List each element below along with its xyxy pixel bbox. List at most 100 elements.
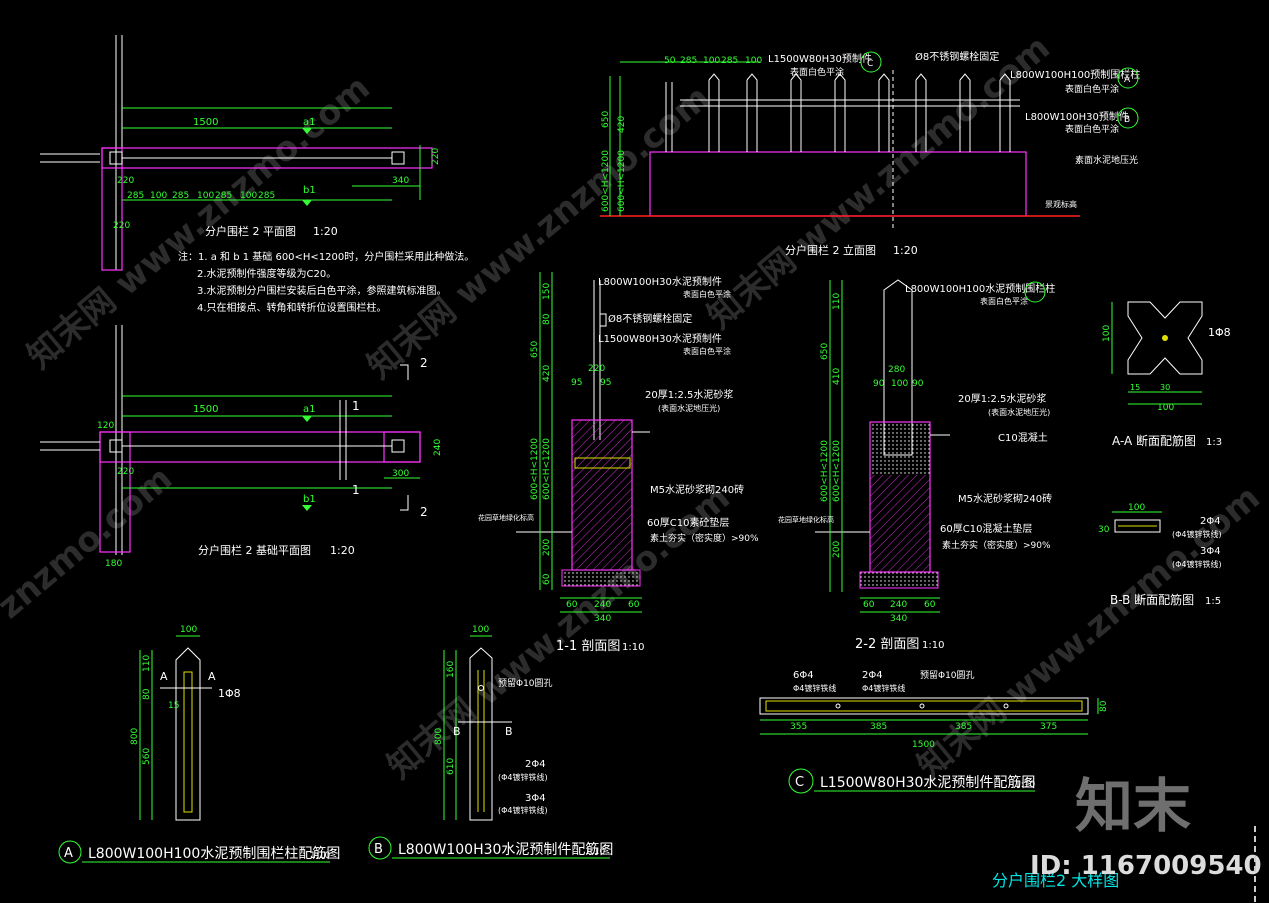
db-rebar-1-sub: (Φ4镀锌铁线) (498, 772, 548, 782)
bb-dim: 100 (1128, 503, 1145, 513)
da-title: L800W100H100水泥预制围栏柱配筋图 (88, 845, 340, 862)
section-mark-1: 1 (352, 399, 360, 413)
elev-dim: 600<H<1200 (617, 150, 627, 212)
section-2-2: L800W100H100水泥预制围栏柱 表面白色平涂 20厚1:2.5水泥砂浆 … (778, 279, 1055, 652)
s2-dim: 90 (912, 379, 924, 389)
s1-dim: 340 (594, 614, 611, 624)
s1-dim: 95 (600, 378, 611, 388)
s2-dim: 200 (832, 541, 842, 558)
db-rebar-2-sub: (Φ4镀锌铁线) (498, 805, 548, 815)
plan-scale: 1:20 (313, 225, 338, 238)
elev-mark-a: A (1124, 75, 1131, 85)
s2-dim: 90 (873, 379, 885, 389)
dc-mark: C (795, 775, 804, 790)
elev-label-c: L1500W80H30预制件 (768, 52, 872, 65)
s2-callout: 20厚1:2.5水泥砂浆 (958, 392, 1046, 405)
aa-dim: 100 (1157, 403, 1174, 413)
plan-dim: 220 (113, 221, 130, 231)
s2-dim: 60 (863, 600, 875, 610)
s2-dim: 110 (832, 293, 842, 310)
aa-scale: 1:3 (1206, 437, 1222, 448)
elev-label-b: L800W100H30预制件 (1025, 110, 1129, 123)
aa-dim: 30 (1160, 383, 1170, 392)
fp-title: 分户围栏 2 基础平面图 (198, 543, 311, 557)
bb-rebar-top-sub: (Φ4镀锌铁线) (1172, 529, 1222, 539)
s1-dim: 420 (542, 365, 552, 382)
plan-dim: 285 (172, 191, 189, 201)
da-dim: 800 (130, 728, 140, 745)
fp-mark-a1: a1 (303, 404, 316, 415)
bb-scale: 1:5 (1205, 596, 1221, 607)
s1-dim: 240 (594, 600, 611, 610)
detail-c: 355 385 385 375 1500 80 6Φ4 Φ4镀锌铁线 2Φ4 Φ… (759, 669, 1109, 794)
s2-dim: 650 (820, 343, 830, 360)
elev-dim: 420 (617, 116, 627, 133)
bb-dim: 30 (1098, 525, 1110, 535)
da-dim: 110 (142, 655, 152, 672)
s2-callout: 表面白色平涂 (980, 296, 1028, 306)
section-mark-2: 2 (420, 505, 428, 519)
section-mark-1: 1 (352, 483, 360, 497)
s1-dim: 600<H<1200 (530, 438, 540, 500)
elev-dim: 50 (664, 56, 676, 66)
s1-dim: 60 (566, 600, 578, 610)
s2-dim: 280 (888, 365, 905, 375)
s1-callout: L800W100H30水泥预制件 (598, 275, 722, 288)
note-4: 4.只在相接点、转角和转折位设置围栏柱。 (197, 301, 387, 314)
s1-callout: 素土夯实（密实度）>90% (650, 532, 759, 544)
db-section: B (505, 725, 513, 738)
s2-dim: 60 (924, 600, 936, 610)
s1-callout: 花园草地绿化标高 (478, 513, 534, 522)
elev-mark-c: C (867, 59, 873, 69)
s1-dim: 60 (628, 600, 640, 610)
s1-callout: Ø8不锈钢螺栓固定 (608, 312, 692, 325)
s1-dim: 650 (530, 341, 540, 358)
dc-dim: 375 (1040, 722, 1057, 732)
s1-callout: (表面水泥地压光) (658, 403, 720, 413)
s2-callout: (表面水泥地压光) (988, 407, 1050, 417)
bb-title: B-B 断面配筋图 (1110, 592, 1194, 607)
fp-dim: 180 (105, 559, 122, 569)
fp-dim: 300 (392, 469, 409, 479)
drawing-svg: 知末网 www.znzmo.com 知末网 www.znzmo.com 知末网 … (0, 28, 1268, 903)
plan-dim: 220 (117, 176, 134, 186)
s1-scale: 1:10 (622, 642, 644, 653)
da-rebar: 1Φ8 (218, 687, 241, 700)
elev-title: 分户围栏 2 立面图 (785, 243, 876, 257)
mark-b1: b1 (303, 185, 316, 196)
fp-dim: 220 (117, 467, 134, 477)
s2-dim: 600<H<1200 (832, 440, 842, 502)
s2-title: 2-2 剖面图 (855, 637, 919, 652)
elev-dim: 650 (601, 111, 611, 128)
s1-dim: 600<H<1200 (542, 438, 552, 500)
dc-dim: 80 (1099, 700, 1109, 712)
dc-rebar-2: 2Φ4 (862, 670, 883, 681)
elev-label-floor: 景观标高 (1045, 199, 1077, 209)
db-rebar-2: 3Φ4 (525, 793, 546, 804)
dc-title: L1500W80H30水泥预制件配筋图 (820, 774, 1035, 791)
db-section: B (453, 725, 461, 738)
s2-callout: 60厚C10混凝土垫层 (940, 522, 1032, 535)
dc-scale: 1:10 (1015, 780, 1035, 790)
db-hole: 预留Φ10圆孔 (498, 677, 553, 689)
note-3: 3.水泥预制分户围栏安装后白色平涂，参照建筑标准图。 (197, 284, 447, 297)
db-dim: 160 (446, 661, 456, 678)
plan-dim: 100 (240, 191, 257, 201)
elev-dim: 285 (721, 56, 738, 66)
plan-dim: 340 (392, 176, 409, 186)
plan-dim: 285 (215, 191, 232, 201)
s1-dim: 95 (571, 378, 582, 388)
cad-drawing-canvas: 知末网 www.znzmo.com 知末网 www.znzmo.com 知末网 … (0, 0, 1269, 903)
s1-dim: 200 (542, 539, 552, 556)
db-mark: B (374, 842, 383, 857)
plan-dim: 220 (431, 148, 441, 165)
s1-dim: 220 (588, 364, 605, 374)
dc-dim: 385 (870, 722, 887, 732)
watermark-text: 知末网 www.znzmo.com (20, 68, 378, 377)
s2-scale: 1:10 (922, 640, 944, 651)
s2-dim: 600<H<1200 (820, 440, 830, 502)
bb-rebar-bot: 3Φ4 (1200, 546, 1221, 557)
elev-dim: 100 (703, 56, 720, 66)
s2-callout: M5水泥砂浆砌240砖 (958, 492, 1052, 505)
elev-label-a-sub: 表面白色平涂 (1065, 83, 1119, 95)
